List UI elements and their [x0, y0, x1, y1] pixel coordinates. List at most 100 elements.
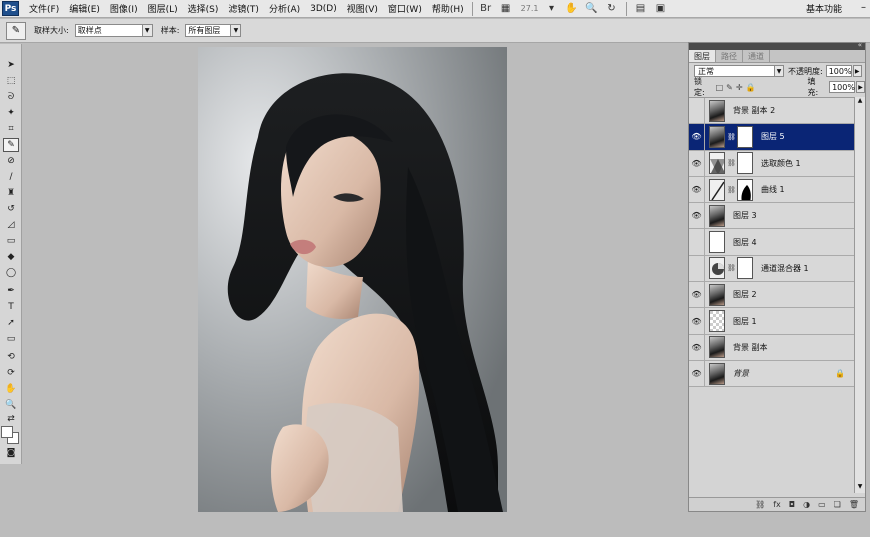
lock-pixels-icon[interactable]: ✎ — [726, 83, 733, 92]
zoom-level[interactable]: 27.1 — [521, 4, 539, 13]
swap-colors-icon[interactable]: ⇄ — [3, 412, 19, 426]
crop-tool[interactable]: ⌗ — [3, 122, 19, 136]
eyedropper-tool-icon[interactable]: ✎ — [6, 21, 26, 40]
menu-window[interactable]: 窗口(W) — [388, 2, 422, 15]
type-tool[interactable]: T — [3, 300, 19, 314]
layer-row-8[interactable]: 👁 图层 1 — [689, 308, 855, 335]
screen-mode-icon[interactable]: ▣ — [653, 3, 667, 15]
arrange-documents-icon[interactable]: ▤ — [633, 3, 647, 15]
layer-mask-thumbnail[interactable] — [737, 178, 753, 201]
rotate-view-icon[interactable]: ↻ — [604, 3, 618, 15]
menu-view[interactable]: 视图(V) — [347, 2, 378, 15]
menu-help[interactable]: 帮助(H) — [432, 2, 464, 15]
eye-icon[interactable]: 👁 — [689, 360, 705, 387]
fill-input[interactable]: 100% — [829, 81, 856, 93]
visibility-toggle-icon[interactable] — [689, 229, 705, 255]
collapse-icon[interactable]: « — [858, 41, 862, 49]
minimize-icon[interactable]: – — [861, 2, 866, 13]
tab-channels[interactable]: 通道 — [743, 50, 770, 62]
eye-icon[interactable]: 👁 — [689, 334, 705, 360]
chain-icon[interactable]: ⛓ — [727, 159, 736, 167]
shape-tool[interactable]: ▭ — [3, 332, 19, 346]
menu-file[interactable]: 文件(F) — [29, 2, 59, 15]
sample-select[interactable]: 所有图层 ▼ — [185, 24, 242, 37]
opacity-slider-icon[interactable]: ▶ — [852, 65, 862, 77]
add-mask-icon[interactable]: ◘ — [789, 500, 795, 509]
path-select-tool[interactable]: ➚ — [3, 316, 19, 330]
blur-tool[interactable]: ◆ — [3, 250, 19, 264]
menu-3d[interactable]: 3D(D) — [310, 4, 337, 14]
lock-position-icon[interactable]: ✛ — [736, 83, 743, 92]
layers-scrollbar[interactable]: ▲ ▼ — [854, 97, 865, 493]
layer-mask-thumbnail[interactable] — [737, 152, 753, 175]
layer-row-5[interactable]: 图层 4 — [689, 229, 855, 256]
menu-layer[interactable]: 图层(L) — [148, 2, 178, 15]
opacity-input[interactable]: 100% — [825, 65, 852, 77]
menu-edit[interactable]: 编辑(E) — [69, 2, 100, 15]
foreground-color-swatch[interactable] — [1, 426, 13, 438]
new-adjustment-icon[interactable]: ◑ — [803, 500, 810, 509]
pen-tool[interactable]: ✒ — [3, 284, 19, 298]
layer-row-7[interactable]: 👁 图层 2 — [689, 282, 855, 309]
move-tool[interactable]: ➤ — [3, 58, 19, 72]
chain-icon[interactable]: ⛓ — [727, 186, 736, 194]
panel-header[interactable]: « — [689, 41, 865, 50]
eraser-tool[interactable]: ◿ — [3, 218, 19, 232]
chain-icon[interactable]: ⛓ — [727, 133, 736, 141]
3d-rotate-tool[interactable]: ⟲ — [3, 350, 19, 364]
healing-brush-tool[interactable]: ⊘ — [3, 154, 19, 168]
fill-slider-icon[interactable]: ▶ — [856, 81, 866, 93]
bridge-icon[interactable]: Br — [479, 3, 493, 15]
visibility-toggle-icon[interactable] — [689, 255, 705, 282]
eye-icon[interactable]: 👁 — [689, 124, 705, 150]
history-brush-tool[interactable]: ↺ — [3, 202, 19, 216]
eye-icon[interactable]: 👁 — [689, 203, 705, 229]
document-canvas[interactable] — [198, 47, 507, 512]
layer-row-6[interactable]: ⛓ 通道混合器 1 — [689, 255, 855, 283]
clone-stamp-tool[interactable]: ♜ — [3, 186, 19, 200]
eyedropper-tool[interactable]: ✎ — [3, 138, 19, 152]
workspace-switcher[interactable]: 基本功能 — [806, 2, 842, 15]
brush-tool[interactable]: ∕ — [3, 170, 19, 184]
zoom-dropdown-icon[interactable]: ▾ — [544, 3, 558, 15]
chain-icon[interactable]: ⛓ — [727, 264, 736, 272]
layer-row-3[interactable]: 👁 ⛓ 曲线 1 — [689, 176, 855, 204]
scroll-down-icon[interactable]: ▼ — [855, 483, 865, 493]
layer-mask-thumbnail[interactable] — [737, 257, 753, 280]
lasso-tool[interactable]: ᘐ — [3, 90, 19, 104]
visibility-toggle-icon[interactable] — [689, 98, 705, 124]
hand-icon[interactable]: ✋ — [564, 3, 578, 15]
quick-mask-icon[interactable]: ◙ — [3, 446, 19, 460]
layer-mask-thumbnail[interactable] — [737, 125, 753, 148]
menu-select[interactable]: 选择(S) — [188, 2, 219, 15]
link-layers-icon[interactable]: ⛓ — [755, 500, 765, 509]
dodge-tool[interactable]: ◯ — [3, 266, 19, 280]
sample-size-select[interactable]: 取样点 ▼ — [74, 24, 153, 37]
eye-icon[interactable]: 👁 — [689, 282, 705, 308]
tab-paths[interactable]: 路径 — [716, 50, 743, 62]
layer-row-2[interactable]: 👁 ⛓ 选取颜色 1 — [689, 150, 855, 177]
hand-tool[interactable]: ✋ — [3, 382, 19, 396]
eye-icon[interactable]: 👁 — [689, 150, 705, 176]
layer-row-1[interactable]: 👁 ⛓ 图层 5 — [689, 124, 855, 151]
scroll-up-icon[interactable]: ▲ — [855, 97, 865, 107]
lock-transparency-icon[interactable]: □ — [716, 83, 724, 92]
new-layer-icon[interactable]: ❏ — [834, 500, 841, 509]
new-group-icon[interactable]: ▭ — [818, 500, 826, 509]
layer-row-0[interactable]: 背景 副本 2 — [689, 98, 855, 125]
3d-orbit-tool[interactable]: ⟳ — [3, 366, 19, 380]
eye-icon[interactable]: 👁 — [689, 176, 705, 203]
marquee-tool[interactable]: ⬚ — [3, 74, 19, 88]
layer-row-4[interactable]: 👁 图层 3 — [689, 203, 855, 230]
menu-analysis[interactable]: 分析(A) — [269, 2, 300, 15]
layer-row-10[interactable]: 👁 背景 🔒 — [689, 360, 855, 388]
view-extras-icon[interactable]: ▦ — [499, 3, 513, 15]
menu-image[interactable]: 图像(I) — [110, 2, 138, 15]
eye-icon[interactable]: 👁 — [689, 308, 705, 334]
delete-layer-icon[interactable]: 🗑 — [849, 500, 859, 509]
zoom-icon[interactable]: 🔍 — [584, 3, 598, 15]
tab-layers[interactable]: 图层 — [689, 50, 716, 62]
zoom-tool[interactable]: 🔍 — [3, 398, 19, 412]
menu-filter[interactable]: 滤镜(T) — [228, 2, 259, 15]
gradient-tool[interactable]: ▭ — [3, 234, 19, 248]
